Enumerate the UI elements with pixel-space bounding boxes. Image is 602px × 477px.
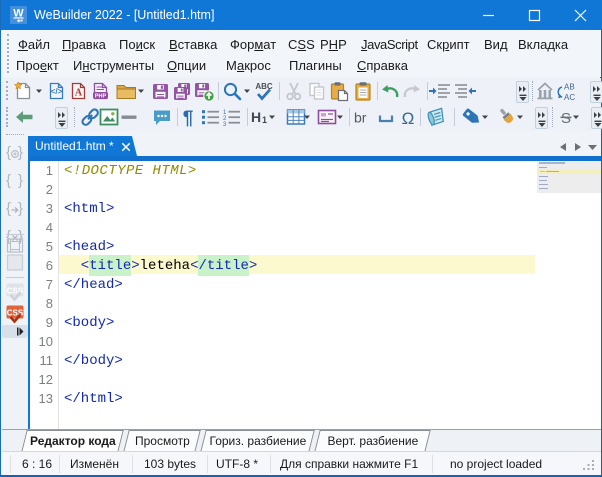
svg-text:}: } bbox=[18, 172, 23, 189]
svg-text:A: A bbox=[75, 87, 83, 98]
svg-text:</>: </> bbox=[51, 87, 63, 96]
svg-text:PHP: PHP bbox=[95, 93, 107, 99]
svg-text:CSS: CSS bbox=[7, 287, 24, 296]
svg-text:ABC: ABC bbox=[255, 82, 273, 91]
svg-text:{: { bbox=[6, 144, 11, 161]
svg-text:{: { bbox=[6, 200, 11, 217]
svg-text:S: S bbox=[561, 110, 571, 127]
svg-text:}: } bbox=[18, 144, 23, 161]
svg-text:{: { bbox=[6, 172, 11, 189]
svg-text:3: 3 bbox=[223, 122, 227, 127]
svg-text:1: 1 bbox=[262, 115, 267, 125]
svg-text:br: br bbox=[354, 110, 367, 126]
svg-text:AC: AC bbox=[564, 93, 575, 102]
svg-text:AB: AB bbox=[564, 82, 575, 91]
svg-text:H: H bbox=[251, 109, 261, 125]
svg-text:Ω: Ω bbox=[402, 109, 415, 128]
svg-text:CSS: CSS bbox=[7, 309, 24, 318]
svg-text:¶: ¶ bbox=[183, 108, 194, 128]
svg-text:}: } bbox=[18, 200, 23, 217]
